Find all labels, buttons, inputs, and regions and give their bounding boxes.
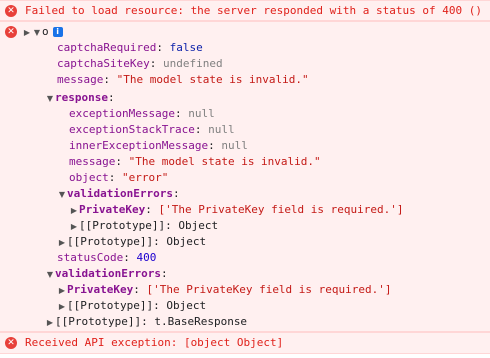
- error-message[interactable]: Failed to load resource: the server resp…: [25, 3, 482, 19]
- property-value: Object: [166, 299, 207, 312]
- error-icon: ✕: [5, 5, 17, 17]
- property-key: exceptionStackTrace: [69, 123, 195, 136]
- property-value: ['The PrivateKey field is required.']: [146, 283, 392, 296]
- property-value: undefined: [162, 57, 223, 70]
- chevron-right-icon[interactable]: ▶: [57, 299, 67, 315]
- property-key: statusCode: [57, 251, 124, 264]
- property-value: null: [208, 123, 235, 136]
- property-row[interactable]: exceptionMessage: null: [69, 106, 215, 122]
- property-row[interactable]: object: "error": [69, 170, 168, 186]
- property-row[interactable]: captchaSiteKey: undefined: [57, 56, 223, 72]
- chevron-down-icon[interactable]: ▼: [45, 267, 55, 283]
- property-row-expandable[interactable]: ▶ PrivateKey: ['The PrivateKey field is r…: [69, 202, 404, 218]
- property-key: PrivateKey: [67, 283, 134, 296]
- property-value: Object: [166, 235, 207, 248]
- property-row-expandable[interactable]: ▼ validationErrors:: [57, 186, 180, 202]
- property-row-expandable[interactable]: ▶ [[Prototype]]: Object: [57, 298, 206, 314]
- property-row[interactable]: message: "The model state is invalid.": [57, 72, 309, 88]
- property-row[interactable]: statusCode: 400: [57, 250, 156, 266]
- property-value: false: [169, 41, 203, 54]
- property-row-expandable[interactable]: ▶ PrivateKey: ['The PrivateKey field is r…: [57, 282, 392, 298]
- property-key: message: [57, 73, 104, 86]
- chevron-right-icon[interactable]: ▶: [22, 25, 32, 41]
- property-key: [[Prototype]]: [79, 219, 166, 232]
- property-row-expandable[interactable]: ▶ [[Prototype]]: Object: [69, 218, 218, 234]
- chevron-down-icon[interactable]: ▼: [45, 91, 55, 107]
- property-row-expandable[interactable]: ▼ validationErrors:: [45, 266, 168, 282]
- chevron-right-icon[interactable]: ▶: [57, 235, 67, 251]
- property-key: captchaRequired: [57, 41, 157, 54]
- property-key: exceptionMessage: [69, 107, 175, 120]
- property-key: captchaSiteKey: [57, 57, 150, 70]
- property-value: t.BaseResponse: [154, 315, 248, 328]
- info-icon[interactable]: i: [52, 27, 63, 37]
- property-key: [[Prototype]]: [67, 235, 154, 248]
- property-value: 400: [136, 251, 157, 264]
- property-row-expandable[interactable]: ▼ response:: [45, 90, 115, 106]
- object-header[interactable]: ▶ ▼ o i: [22, 24, 63, 40]
- property-value: "The model state is invalid.": [116, 73, 309, 86]
- console-error-row: ✕ Received API exception: [object Object…: [0, 332, 490, 354]
- error-icon: ✕: [5, 337, 17, 349]
- property-row-expandable[interactable]: ▶ [[Prototype]]: Object: [57, 234, 206, 250]
- property-row[interactable]: exceptionStackTrace: null: [69, 122, 235, 138]
- property-key: PrivateKey: [79, 203, 146, 216]
- property-row[interactable]: innerExceptionMessage: null: [69, 138, 248, 154]
- property-value: "The model state is invalid.": [128, 155, 321, 168]
- property-key: message: [69, 155, 116, 168]
- chevron-right-icon[interactable]: ▶: [57, 283, 67, 299]
- property-value: null: [221, 139, 248, 152]
- console-error-row: ✕ Failed to load resource: the server re…: [0, 0, 490, 21]
- property-row-expandable[interactable]: ▶ [[Prototype]]: t.BaseResponse: [45, 314, 247, 330]
- property-key: response: [55, 91, 108, 104]
- property-value: ['The PrivateKey field is required.']: [158, 203, 404, 216]
- chevron-down-icon[interactable]: ▼: [57, 187, 67, 203]
- chevron-right-icon[interactable]: ▶: [69, 203, 79, 219]
- error-icon: ✕: [5, 26, 17, 38]
- property-value: Object: [178, 219, 219, 232]
- chevron-down-icon[interactable]: ▼: [32, 25, 42, 41]
- property-row[interactable]: captchaRequired: false: [57, 40, 203, 56]
- property-key: object: [69, 171, 109, 184]
- property-value: "error": [122, 171, 169, 184]
- property-key: validationErrors: [67, 187, 173, 200]
- property-value: null: [188, 107, 215, 120]
- property-key: innerExceptionMessage: [69, 139, 209, 152]
- chevron-right-icon[interactable]: ▶: [69, 219, 79, 235]
- property-key: validationErrors: [55, 267, 161, 280]
- object-label: o: [42, 25, 49, 38]
- property-key: [[Prototype]]: [55, 315, 142, 328]
- property-key: [[Prototype]]: [67, 299, 154, 312]
- error-message[interactable]: Received API exception: [object Object]: [25, 335, 283, 351]
- property-row[interactable]: message: "The model state is invalid.": [69, 154, 321, 170]
- chevron-right-icon[interactable]: ▶: [45, 315, 55, 331]
